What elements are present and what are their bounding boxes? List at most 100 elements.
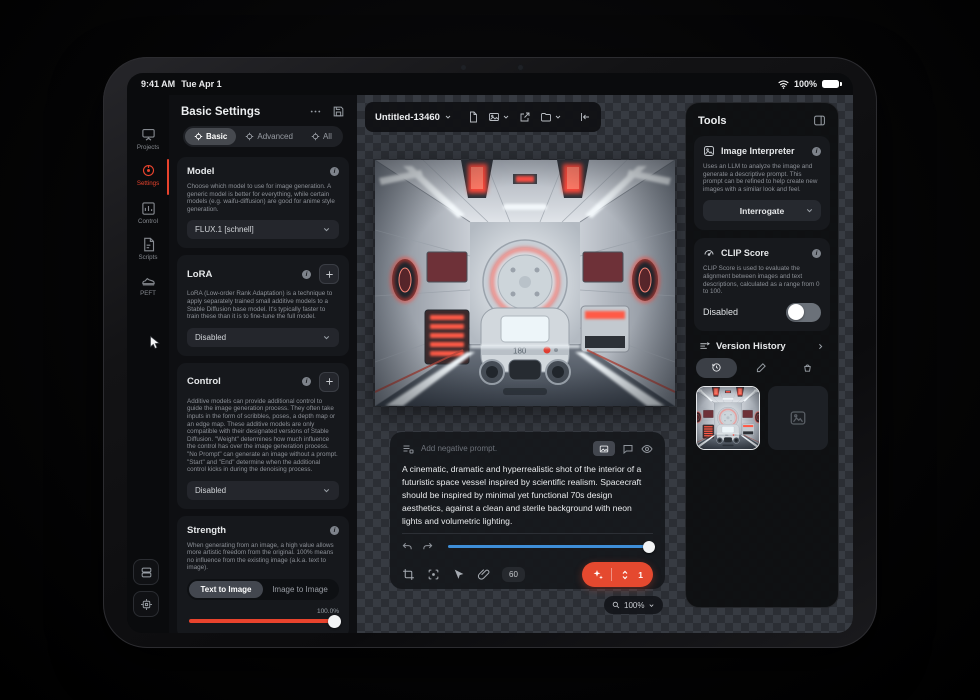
section-title: Image Interpreter xyxy=(721,146,806,156)
divider xyxy=(402,533,653,534)
collapse-panel-icon[interactable] xyxy=(579,111,591,123)
batch-count: 1 xyxy=(638,570,643,580)
model-dropdown[interactable]: FLUX.1 [schnell] xyxy=(187,220,339,239)
history-tab[interactable] xyxy=(696,358,737,378)
save-icon[interactable] xyxy=(332,105,345,118)
info-icon[interactable] xyxy=(812,249,821,258)
model-manager-button[interactable] xyxy=(133,559,159,585)
info-icon[interactable] xyxy=(812,147,821,156)
info-icon[interactable] xyxy=(330,167,339,176)
text-to-image-tab[interactable]: Text to Image xyxy=(189,581,263,598)
sidebar-item-scripts[interactable]: Scripts xyxy=(127,237,169,261)
sidebar-item-projects[interactable]: Projects xyxy=(127,127,169,151)
version-thumbnail-empty[interactable] xyxy=(768,386,828,450)
strength-value: 100.0% xyxy=(187,608,339,615)
sidebar-item-peft[interactable]: PEFT xyxy=(127,273,169,297)
section-description: Choose which model to use for image gene… xyxy=(187,183,339,213)
sidebar-item-label: Control xyxy=(138,218,158,225)
document-toolbar: Untitled-13460 xyxy=(365,102,601,132)
battery-icon xyxy=(822,80,839,89)
chevron-down-icon xyxy=(444,113,452,121)
section-title: Model xyxy=(187,166,214,177)
pointer-icon[interactable] xyxy=(452,568,465,581)
document-title-menu[interactable]: Untitled-13460 xyxy=(375,112,452,123)
info-icon[interactable] xyxy=(302,270,311,279)
guidance-slider[interactable] xyxy=(448,545,653,548)
plus-icon xyxy=(324,269,335,280)
image-to-image-tab[interactable]: Image to Image xyxy=(263,581,337,598)
magnifier-icon xyxy=(612,601,620,609)
share-icon[interactable] xyxy=(519,111,531,123)
info-icon[interactable] xyxy=(302,377,311,386)
insert-image-menu[interactable] xyxy=(488,111,510,123)
redo-icon[interactable] xyxy=(422,541,433,552)
clip-score-card: CLIP Score CLIP Score is used to evaluat… xyxy=(694,238,830,330)
version-thumbnail-selected[interactable] xyxy=(696,386,760,450)
version-history-header[interactable]: Version History xyxy=(699,341,825,352)
negative-prompt-input[interactable]: Add negative prompt. xyxy=(421,444,586,453)
image-mode-toggle[interactable] xyxy=(593,441,615,456)
divider xyxy=(611,568,612,581)
edits-tab[interactable] xyxy=(741,358,782,378)
settings-header: Basic Settings xyxy=(169,95,357,126)
more-options-icon[interactable] xyxy=(309,105,322,118)
zoom-control[interactable]: 100% xyxy=(604,596,663,614)
settings-panel: Basic Settings Basic Advanced xyxy=(169,95,357,633)
moodboard-tab[interactable] xyxy=(787,358,828,378)
version-thumbnails xyxy=(696,386,828,450)
dial-icon xyxy=(194,132,203,141)
server-icon xyxy=(140,566,153,579)
tab-label: Basic xyxy=(206,132,227,141)
aspect-ratio-icon[interactable] xyxy=(402,568,415,581)
image-placeholder-icon xyxy=(789,409,807,427)
history-list-icon xyxy=(699,341,710,352)
dropdown-value: Disabled xyxy=(195,333,226,342)
interrogate-button[interactable]: Interrogate xyxy=(703,200,821,221)
sidebar-item-label: Projects xyxy=(137,144,159,151)
sidebar-item-settings[interactable]: Settings xyxy=(127,163,169,187)
generated-image[interactable]: 180 xyxy=(375,160,675,406)
prompt-list-icon[interactable] xyxy=(402,443,414,455)
tab-all[interactable]: All xyxy=(302,128,341,145)
control-icon xyxy=(141,201,156,216)
scan-frame-icon[interactable] xyxy=(427,568,440,581)
lora-dropdown[interactable]: Disabled xyxy=(187,328,339,347)
add-control-button[interactable] xyxy=(319,372,339,392)
paperclip-icon[interactable] xyxy=(477,568,490,581)
section-description: When generating from an image, a high va… xyxy=(187,542,339,572)
undo-icon[interactable] xyxy=(402,541,413,552)
prompt-text-input[interactable]: A cinematic, dramatic and hyperrealistic… xyxy=(402,463,653,528)
front-camera-lens xyxy=(517,64,524,71)
switch-knob xyxy=(788,304,804,320)
clip-score-switch[interactable] xyxy=(786,303,821,322)
sidebar-item-label: Scripts xyxy=(139,254,158,261)
tab-basic[interactable]: Basic xyxy=(185,128,236,145)
strength-section: Strength When generating from an image, … xyxy=(177,516,349,633)
dropdown-value: FLUX.1 [schnell] xyxy=(195,225,254,234)
strength-mode-toggle: Text to Image Image to Image xyxy=(187,579,339,600)
slider-knob[interactable] xyxy=(643,541,655,553)
folder-menu[interactable] xyxy=(540,111,562,123)
eye-icon[interactable] xyxy=(641,443,653,455)
gauge-icon xyxy=(703,247,715,259)
settings-icon xyxy=(141,163,156,178)
generate-button[interactable]: 1 xyxy=(582,562,653,587)
section-title: Version History xyxy=(716,341,810,352)
slider-knob[interactable] xyxy=(328,615,341,628)
chevron-up-down-icon[interactable] xyxy=(619,569,631,581)
document-title: Untitled-13460 xyxy=(375,112,440,123)
ipad-device: 9:41 AM Tue Apr 1 100% Projects xyxy=(103,57,877,648)
steps-badge[interactable]: 60 xyxy=(502,567,525,582)
info-icon[interactable] xyxy=(330,526,339,535)
sidebar-item-control[interactable]: Control xyxy=(127,201,169,225)
chevron-down-icon xyxy=(322,486,331,495)
control-dropdown[interactable]: Disabled xyxy=(187,481,339,500)
new-document-icon[interactable] xyxy=(467,111,479,123)
add-lora-button[interactable] xyxy=(319,264,339,284)
compute-settings-button[interactable] xyxy=(133,591,159,617)
chat-bubble-icon[interactable] xyxy=(622,443,634,455)
panel-toggle-icon[interactable] xyxy=(813,114,826,127)
tab-advanced[interactable]: Advanced xyxy=(236,128,302,145)
strength-slider[interactable] xyxy=(189,619,337,623)
settings-tab-bar: Basic Advanced All xyxy=(183,126,343,147)
